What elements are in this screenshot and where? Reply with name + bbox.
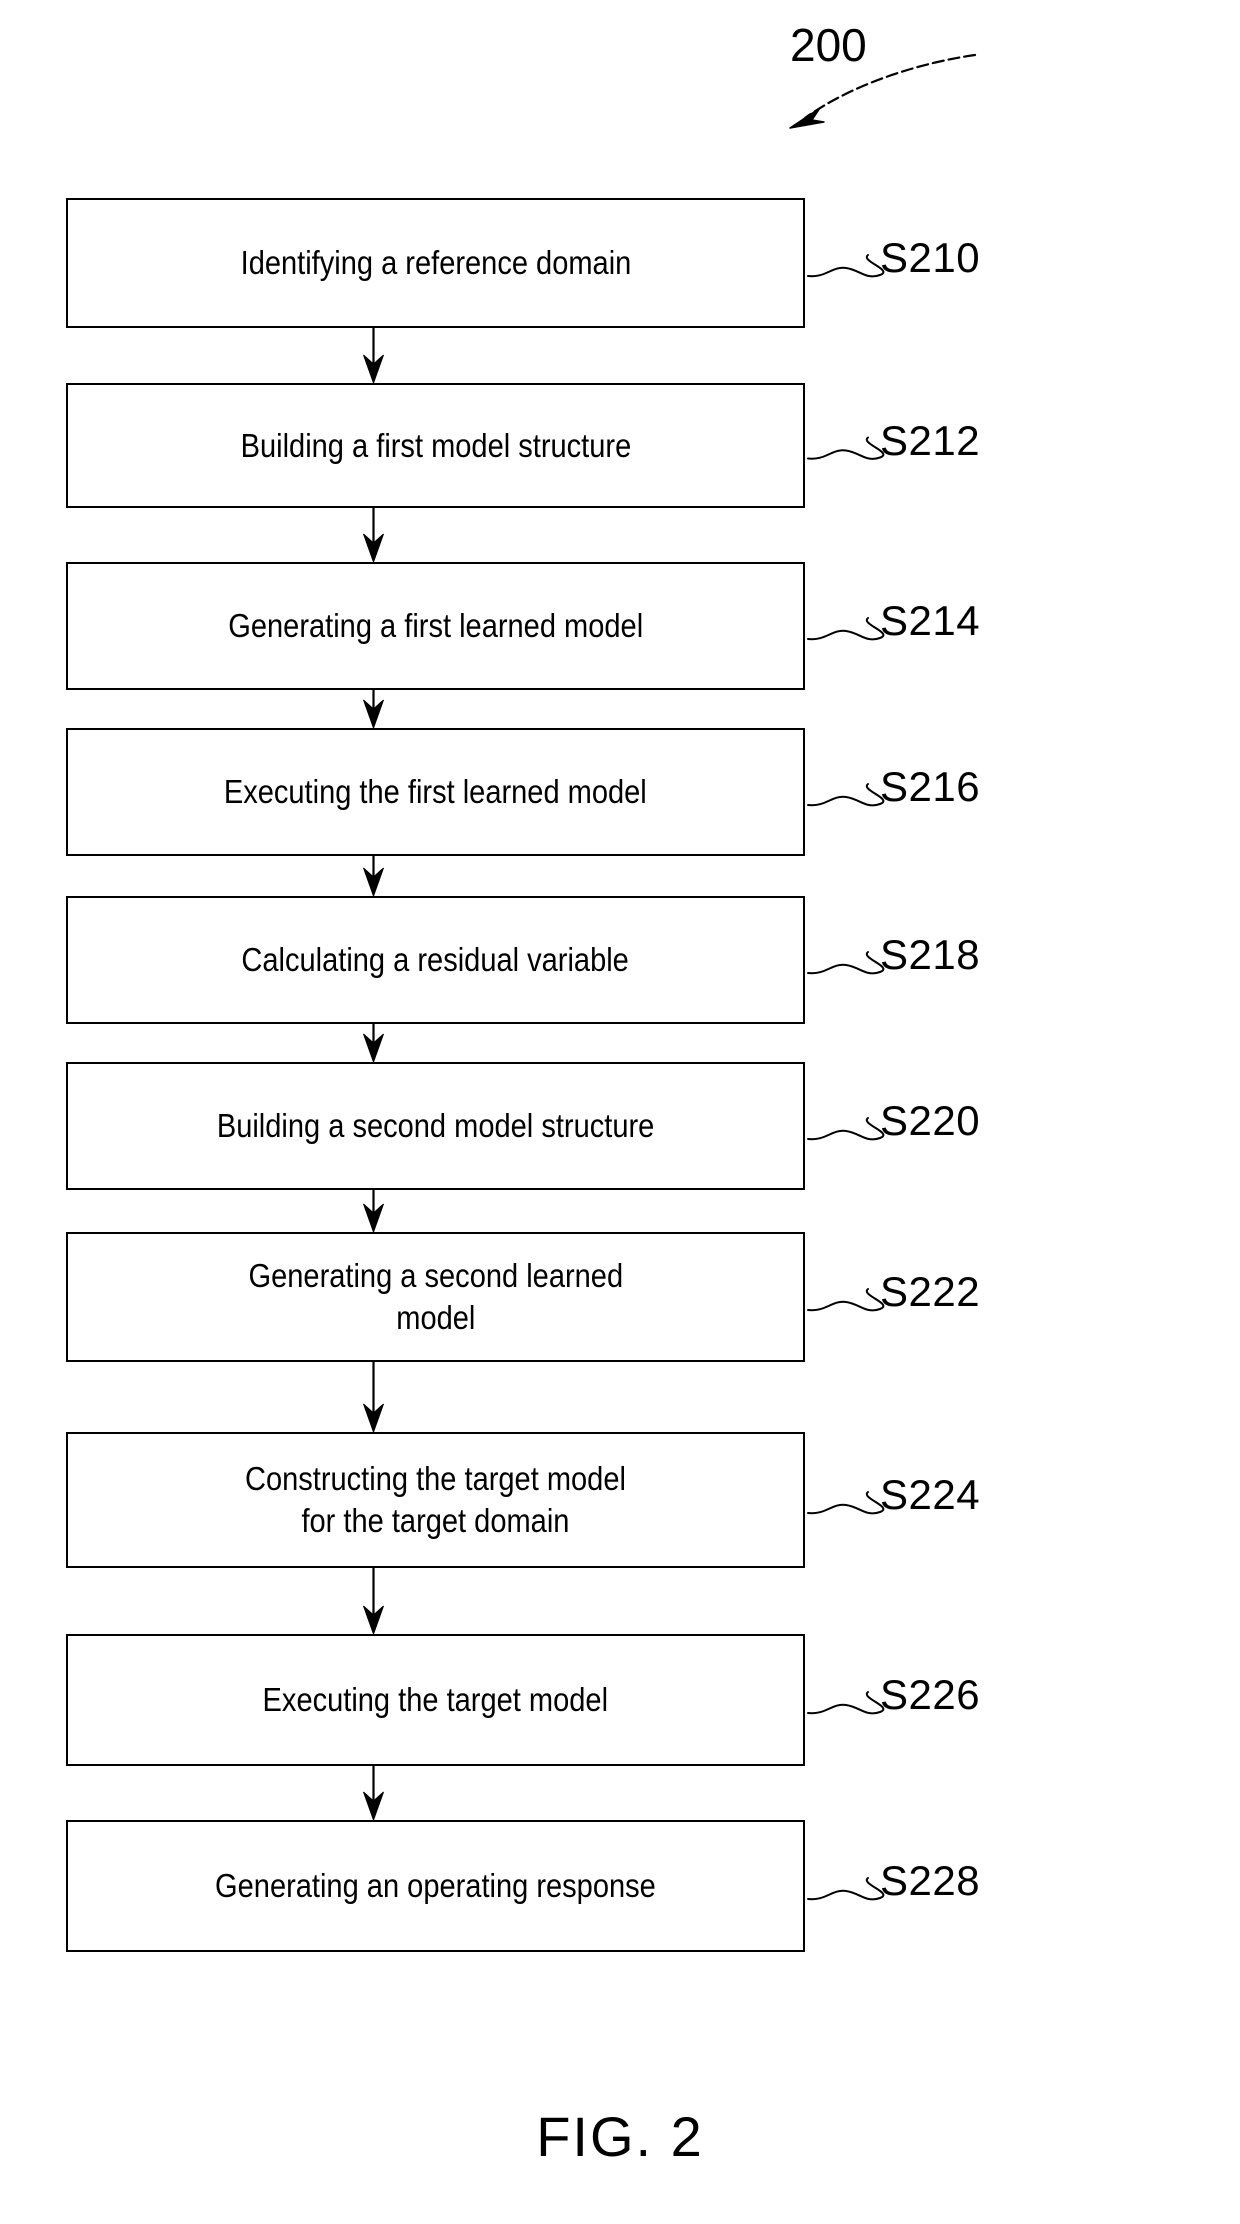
flow-step-box-s218: Calculating a residual variable [66,896,805,1024]
step-reference-s218: S218 [880,931,981,978]
connector-arrowhead [363,354,384,385]
flow-step-label: Building a second model structure [216,1107,655,1144]
connector-s214-to-s216 [363,690,384,730]
flow-step-label: Identifying a reference domain [240,244,631,281]
flow-step-label: Generating an operating response [215,1867,656,1904]
connector-arrowhead [363,1791,384,1822]
leader-squiggle-s212 [807,436,885,460]
step-reference-s228: S228 [880,1857,981,1904]
step-reference-s224: S224 [880,1471,981,1518]
flow-step-box-s214: Generating a first learned model [66,562,805,690]
figure-reference-arrowhead [789,107,825,129]
figure-sheet: 200 Identifying a reference domain S210 Bu… [0,0,1240,2224]
step-reference-s226: S226 [880,1671,981,1718]
connector-s218-to-s220 [363,1024,384,1064]
connector-arrowhead [363,1605,384,1636]
step-reference-s210: S210 [880,234,981,281]
step-reference-s214: S214 [880,597,981,644]
connector-arrowhead [363,533,384,564]
step-reference-s216: S216 [880,763,981,810]
leader-squiggle-s210 [807,254,885,278]
flow-step-box-s226: Executing the target model [66,1634,805,1766]
flow-step-box-s222: Generating a second learned model [66,1232,805,1362]
flow-step-box-s210: Identifying a reference domain [66,198,805,328]
step-reference-s222: S222 [880,1268,981,1315]
connector-arrowhead [363,1033,384,1064]
flow-step-box-s212: Building a first model structure [66,383,805,508]
connector-arrowhead [363,867,384,898]
connector-s212-to-s214 [363,508,384,564]
step-reference-s212: S212 [880,416,981,464]
flow-step-box-s216: Executing the first learned model [66,728,805,856]
flow-step-label: Generating a first learned model [228,607,643,644]
connector-arrowhead [363,1203,384,1234]
flow-step-label: Executing the first learned model [224,773,647,810]
figure-caption: FIG. 2 [536,2105,704,2168]
connector-s222-to-s224 [363,1362,384,1434]
connector-s226-to-s228 [363,1766,384,1822]
flow-step-box-s228: Generating an operating response [66,1820,805,1952]
connector-arrowhead [363,1403,384,1434]
flow-step-label: Building a first model structure [240,426,631,464]
connector-s210-to-s212 [363,328,384,385]
leader-squiggle-s222 [807,1288,885,1312]
flow-step-label: Calculating a residual variable [241,941,630,978]
leader-squiggle-s214 [807,617,885,641]
flow-step-label: Generating a second learned model [248,1257,623,1336]
connector-s224-to-s226 [363,1568,384,1636]
connector-arrowhead [363,699,384,730]
step-label-leaders [807,254,885,1901]
leader-squiggle-s218 [807,951,885,975]
connector-s216-to-s218 [363,856,384,898]
leader-squiggle-s216 [807,783,885,807]
leader-squiggle-s224 [807,1491,885,1515]
figure-reference-number: 200 [790,19,867,71]
flow-step-label: Constructing the target model for the ta… [245,1460,626,1539]
flow-step-box-s224: Constructing the target model for the ta… [66,1432,805,1568]
flow-step-box-s220: Building a second model structure [66,1062,805,1190]
leader-squiggle-s220 [807,1117,885,1141]
connector-s220-to-s222 [363,1190,384,1234]
flow-step-label: Executing the target model [262,1681,609,1718]
leader-squiggle-s228 [807,1877,885,1901]
step-reference-s220: S220 [880,1097,981,1144]
leader-squiggle-s226 [807,1691,885,1715]
